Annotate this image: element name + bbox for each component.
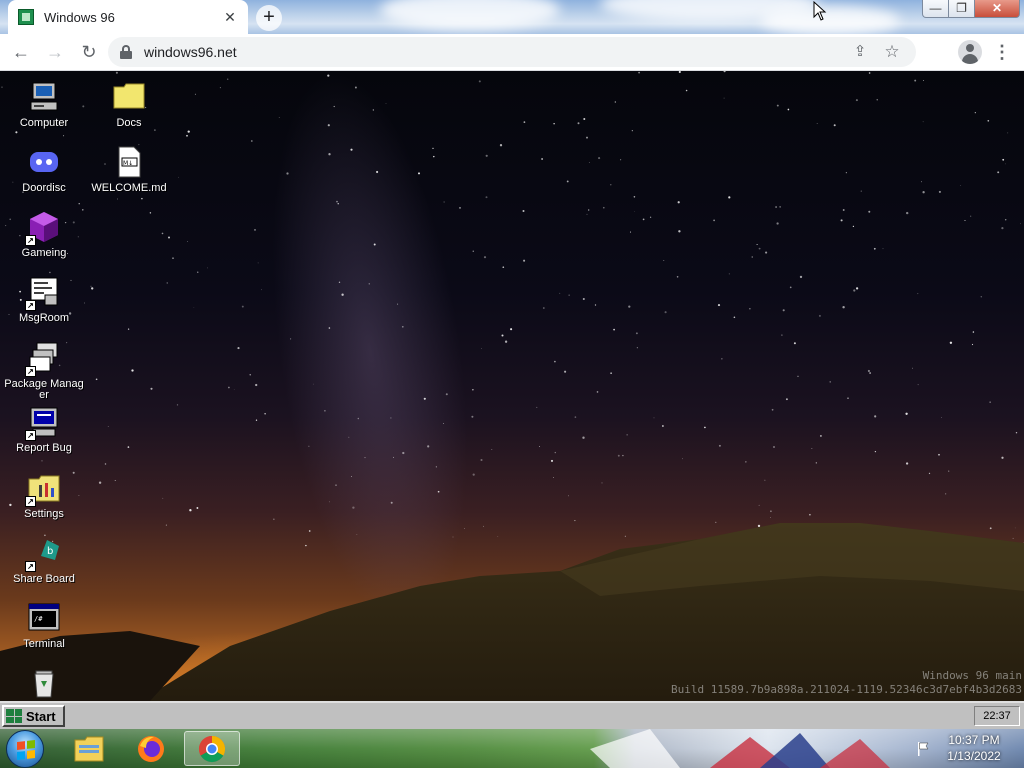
tab-title: Windows 96: [44, 9, 115, 25]
watermark-line-1: Windows 96 main: [922, 669, 1022, 682]
firefox-icon: [138, 735, 164, 762]
w96-clock[interactable]: 22:37: [974, 706, 1020, 726]
shortcut-arrow-icon: ↗: [25, 235, 36, 246]
svg-text:/#: /#: [34, 615, 43, 623]
taskbar-firefox[interactable]: [123, 731, 179, 766]
desktop-icon-terminal[interactable]: /# Terminal: [4, 601, 84, 650]
reload-icon[interactable]: ↻: [74, 37, 104, 67]
settings-folder-icon: ↗: [25, 471, 61, 507]
svg-text:M↓: M↓: [123, 160, 133, 167]
icon-label: Settings: [24, 508, 64, 520]
icon-label: Computer: [19, 117, 69, 129]
build-watermark: Windows 96 main Build 11589.7b9a898a.211…: [671, 669, 1022, 697]
shortcut-arrow-icon: ↗: [25, 366, 36, 377]
w96-logo-icon: [6, 709, 22, 723]
forward-arrow-icon[interactable]: →: [40, 37, 70, 67]
window-maximize-button[interactable]: ❐: [948, 0, 975, 18]
icon-label: Terminal: [23, 638, 65, 650]
back-arrow-icon[interactable]: ←: [6, 37, 36, 67]
windows-start-orb[interactable]: [6, 730, 44, 768]
icon-label: Share Board: [13, 573, 75, 585]
start-label: Start: [26, 708, 56, 724]
browser-menu-icon[interactable]: ⋮: [992, 40, 1012, 64]
desktop-icon-report-bug[interactable]: ↗ Report Bug: [4, 405, 84, 454]
recycle-bin-icon: [27, 665, 61, 699]
window-close-button[interactable]: ✕: [974, 0, 1020, 18]
icon-label: Docs: [116, 117, 142, 129]
markdown-file-icon: M↓: [112, 145, 146, 179]
svg-text:b: b: [47, 546, 53, 557]
action-center-flag-icon[interactable]: [915, 741, 931, 757]
w96-desktop[interactable]: Computer Doordisc ↗ Gameing ↗ MsgRoom ↗ …: [0, 71, 1024, 701]
w96-taskbar: Start 22:37: [0, 701, 1024, 729]
monitor-bug-icon: ↗: [25, 405, 61, 441]
browser-tab-windows96[interactable]: Windows 96 ✕: [8, 0, 248, 34]
icon-label: Report Bug: [16, 442, 72, 454]
windows-flag-icon: [17, 740, 35, 760]
new-tab-button[interactable]: +: [256, 5, 282, 31]
desktop-icon-recycle-bin[interactable]: [4, 665, 84, 701]
bookmark-star-icon[interactable]: ☆: [880, 40, 904, 64]
system-clock[interactable]: 10:37 PM 1/13/2022: [940, 732, 1008, 764]
terminal-icon: /#: [27, 601, 61, 635]
share-icon[interactable]: ⇪: [848, 40, 872, 64]
desktop-icon-share-board[interactable]: b ↗ Share Board: [4, 536, 84, 585]
computer-icon: [27, 80, 61, 114]
icon-label: Package Manager: [4, 378, 84, 401]
start-button[interactable]: Start: [2, 705, 65, 727]
host-taskbar: 10:37 PM 1/13/2022: [0, 729, 1024, 768]
address-bar[interactable]: windows96.net ⇪ ☆: [108, 37, 916, 67]
desktop-icon-package-manager[interactable]: ↗ Package Manager: [4, 341, 84, 401]
url-text[interactable]: windows96.net: [144, 44, 840, 60]
clock-time: 10:37 PM: [948, 733, 1000, 747]
chat-icon: ↗: [25, 275, 61, 311]
icon-label: Gameing: [21, 247, 67, 259]
desktop-icon-welcome-md[interactable]: M↓ WELCOME.md: [89, 145, 169, 194]
browser-tab-strip: Windows 96 ✕ + — ❐ ✕: [0, 0, 1024, 34]
watermark-line-2: Build 11589.7b9a898a.211024-1119.52346c3…: [671, 683, 1022, 696]
taskbar-explorer[interactable]: [61, 731, 117, 766]
icon-label: MsgRoom: [18, 312, 70, 324]
shortcut-arrow-icon: ↗: [25, 496, 36, 507]
shortcut-arrow-icon: ↗: [25, 430, 36, 441]
discord-icon: [27, 145, 61, 179]
shortcut-arrow-icon: ↗: [25, 561, 36, 572]
desktop-icon-msgroom[interactable]: ↗ MsgRoom: [4, 275, 84, 324]
icon-label: WELCOME.md: [91, 182, 167, 194]
explorer-icon: [74, 736, 104, 761]
tab-close-icon[interactable]: ✕: [222, 9, 238, 25]
desktop-icon-gameing[interactable]: ↗ Gameing: [4, 210, 84, 259]
game-cube-icon: ↗: [25, 210, 61, 246]
shortcut-arrow-icon: ↗: [25, 300, 36, 311]
taskbar-wallpaper-shape: [590, 729, 890, 768]
icon-label: Doordisc: [22, 182, 66, 194]
taskbar-chrome[interactable]: [184, 731, 240, 766]
mouse-cursor-icon: [813, 1, 827, 21]
desktop-icon-doordisc[interactable]: Doordisc: [4, 145, 84, 194]
desktop-icon-settings[interactable]: ↗ Settings: [4, 471, 84, 520]
package-icon: ↗: [25, 341, 61, 377]
desktop-icon-computer[interactable]: Computer: [4, 80, 84, 129]
chrome-icon: [198, 735, 226, 762]
desktop-icon-docs[interactable]: Docs: [89, 80, 169, 129]
folder-icon: [112, 80, 146, 114]
windows96-favicon-icon: [18, 9, 34, 25]
share-board-icon: b ↗: [25, 536, 61, 572]
window-minimize-button[interactable]: —: [922, 0, 949, 18]
browser-toolbar: ← → ↻ windows96.net ⇪ ☆ ⋮: [0, 34, 1024, 71]
profile-avatar-icon[interactable]: [958, 40, 982, 64]
clock-date: 1/13/2022: [947, 749, 1001, 763]
lock-icon[interactable]: [120, 45, 132, 59]
